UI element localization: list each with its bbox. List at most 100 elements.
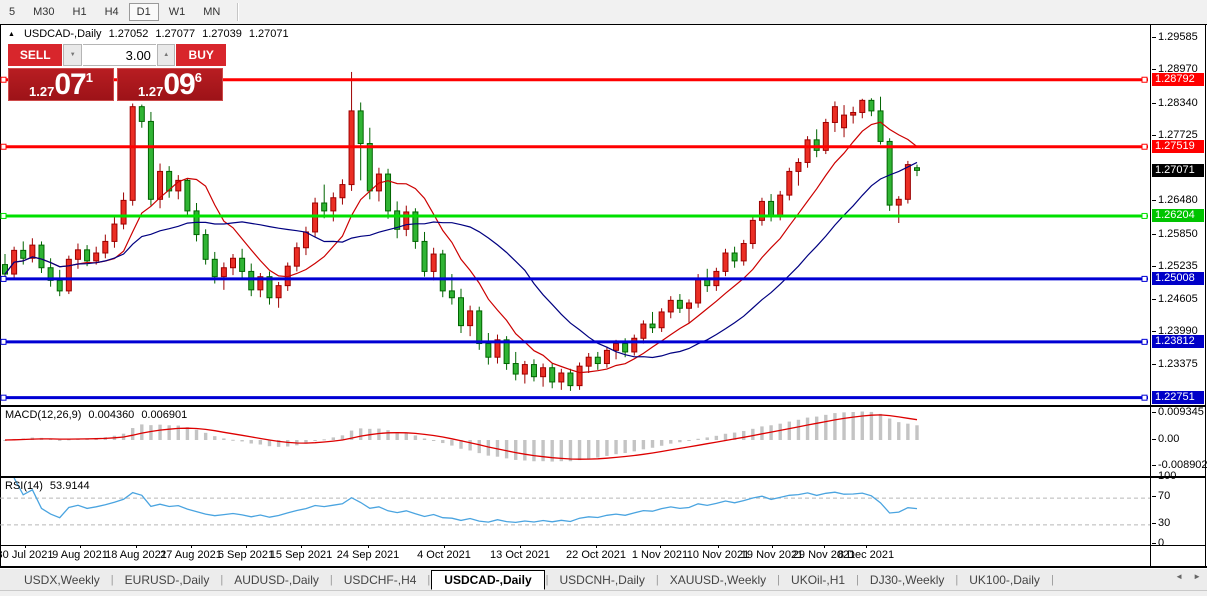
macd-name: MACD(12,26,9) — [5, 409, 82, 421]
candle-up — [631, 337, 638, 353]
sell-button[interactable]: SELL — [8, 44, 63, 66]
macd-bar — [605, 440, 609, 456]
buy-price-pips: 09 — [163, 68, 195, 101]
volume-decrease-button[interactable]: ▼ — [63, 44, 82, 66]
timeframe-button-m30[interactable]: M30 — [25, 3, 62, 21]
candle-down — [768, 200, 775, 216]
macd-bar — [258, 440, 263, 445]
sell-price-display[interactable]: 1.27 07 1 — [8, 68, 114, 101]
candle-up — [230, 257, 236, 269]
date-label-15-sep-2021: 15 Sep 2021 — [269, 549, 333, 561]
candle-up — [540, 367, 547, 378]
tab-audusd-daily[interactable]: AUDUSD-,Daily — [224, 571, 329, 589]
timeframe-button-5[interactable]: 5 — [1, 3, 23, 21]
chevron-up-icon: ▲ — [163, 52, 170, 58]
macd-bar — [504, 440, 509, 459]
volume-increase-button[interactable]: ▲ — [156, 44, 176, 66]
macd-bar — [358, 428, 363, 440]
macd-value: 0.004360 — [88, 409, 135, 421]
level-anchor — [1141, 143, 1148, 150]
volume-input[interactable] — [82, 44, 156, 66]
timeframe-button-w1[interactable]: W1 — [161, 3, 194, 21]
rsi-indicator-chart[interactable] — [0, 478, 1150, 545]
macd-bar — [194, 429, 199, 440]
candle-down — [321, 202, 328, 212]
macd-bar — [149, 425, 153, 440]
price-tick-1.29585: 1.29585 — [1152, 31, 1198, 43]
buy-price-display[interactable]: 1.27 09 6 — [117, 68, 223, 101]
tab-scroll-right-icon[interactable]: ► — [1193, 572, 1201, 581]
tab-divider: | — [220, 573, 224, 586]
macd-bar — [140, 424, 144, 440]
macd-bar — [231, 439, 235, 441]
candle-down — [914, 167, 920, 171]
tab-scroll-left-icon[interactable]: ◄ — [1175, 572, 1183, 581]
date-label-22-oct-2021: 22 Oct 2021 — [566, 549, 626, 561]
macd-bar — [249, 440, 253, 444]
macd-bar — [431, 440, 436, 441]
macd-bar — [696, 438, 700, 440]
rsi-label: RSI(14) 53.9144 — [5, 480, 90, 492]
date-tick — [718, 545, 719, 548]
ohlc-high: 1.27077 — [155, 28, 196, 40]
buy-button[interactable]: BUY — [176, 44, 226, 66]
tab-usdcad-daily[interactable]: USDCAD-,Daily — [431, 569, 545, 590]
macd-bar — [395, 432, 399, 440]
macd-bar — [523, 440, 527, 461]
tab-usdx-weekly[interactable]: USDX,Weekly — [14, 571, 110, 589]
timeframe-button-h4[interactable]: H4 — [97, 3, 127, 21]
price-tick-1.24605: 1.24605 — [1152, 293, 1198, 305]
candle-down — [421, 240, 428, 272]
date-tick — [596, 545, 597, 548]
timeframe-button-h1[interactable]: H1 — [65, 3, 95, 21]
candle-up — [521, 364, 528, 375]
date-label-6-sep-2021: 6 Sep 2021 — [217, 549, 275, 561]
date-label-9-aug-2021: 9 Aug 2021 — [52, 549, 108, 561]
candle-up — [859, 99, 866, 113]
macd-bar — [751, 428, 755, 440]
level-anchor — [1141, 212, 1148, 219]
level-anchor — [1141, 338, 1148, 345]
timeframe-button-mn[interactable]: MN — [195, 3, 228, 21]
candle-up — [102, 240, 109, 254]
ohlc-close: 1.27071 — [248, 28, 289, 40]
tab-usdchf-h4[interactable]: USDCHF-,H4 — [334, 571, 427, 589]
candle-down — [649, 323, 656, 329]
timeframe-button-d1[interactable]: D1 — [128, 3, 159, 21]
tab-eurusd-daily[interactable]: EURUSD-,Daily — [115, 571, 220, 589]
rsi-line — [13, 478, 918, 524]
level-anchor — [0, 394, 7, 401]
macd-bar — [814, 416, 819, 440]
macd-bar — [514, 440, 518, 460]
candle-up — [740, 243, 747, 262]
candle-up — [312, 202, 319, 233]
tab-scroll-arrows: ◄ ► — [1175, 572, 1201, 581]
macd-label: MACD(12,26,9) 0.004360 0.006901 — [5, 409, 187, 421]
date-tick — [772, 545, 773, 548]
date-tick — [520, 545, 521, 548]
level-anchor — [0, 338, 7, 345]
timeframe-toolbar: 5 M30 H1 H4 D1 W1 MN — [0, 0, 1207, 24]
candle-down — [202, 234, 209, 260]
macd-bar — [167, 425, 171, 440]
level-price-badge-1.22751: 1.22751 — [1152, 391, 1204, 405]
one-click-trading-panel: SELL ▼ ▲ BUY 1.27 07 1 1.27 09 6 — [8, 44, 226, 101]
candle-down — [138, 106, 145, 122]
candle-up — [841, 114, 848, 129]
candle-up — [686, 302, 692, 309]
candle-up — [758, 200, 765, 221]
candle-up — [850, 111, 857, 116]
macd-bar — [58, 439, 62, 441]
tab-uk100-daily[interactable]: UK100-,Daily — [959, 571, 1050, 589]
price-tick-1.27725: 1.27725 — [1152, 129, 1198, 141]
macd-bar — [887, 418, 892, 440]
collapse-chart-icon[interactable]: ▲ — [8, 31, 15, 38]
candle-down — [357, 110, 364, 145]
macd-bar — [805, 417, 810, 440]
macd-bar — [185, 427, 190, 440]
date-tick — [25, 545, 26, 548]
tab-dj30-weekly[interactable]: DJ30-,Weekly — [860, 571, 954, 589]
tab-ukoil-h1[interactable]: UKOil-,H1 — [781, 571, 855, 589]
tab-usdcnh-daily[interactable]: USDCNH-,Daily — [550, 571, 655, 589]
tab-xauusd-weekly[interactable]: XAUUSD-,Weekly — [660, 571, 776, 589]
